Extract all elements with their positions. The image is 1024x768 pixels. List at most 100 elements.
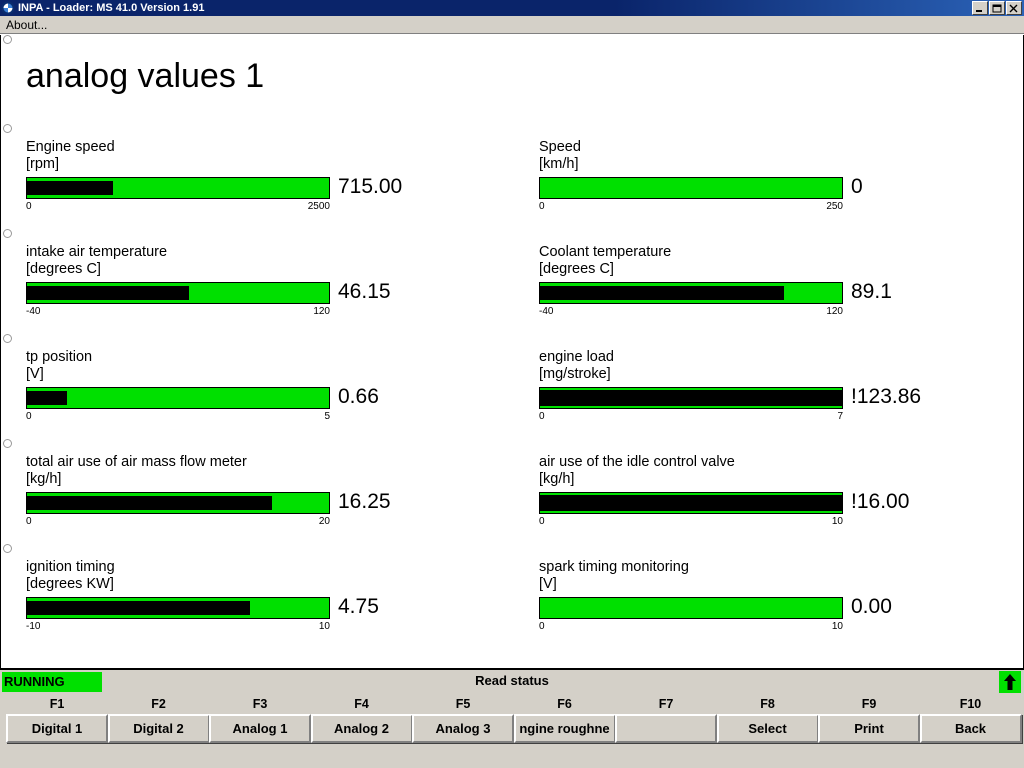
gauge-min-label: 0 [539,201,545,212]
gauge-bar-fill [27,286,190,300]
gauge-value: 16.25 [338,490,391,513]
gauge-min-label: -10 [26,621,41,632]
gauge-bar [26,492,330,514]
gauge-bar-line: !16.00 0 10 [539,490,959,527]
anchor-dot[interactable] [3,439,12,448]
function-key-label: F5 [455,697,471,711]
gauge-bar [26,597,330,619]
gauge-bar [539,597,843,619]
anchor-dot[interactable] [3,124,12,133]
anchor-dot[interactable] [3,35,12,44]
function-key-label: F1 [49,697,65,711]
anchor-dot[interactable] [3,334,12,343]
gauge-row: engine load [mg/stroke] !123.86 0 7 [539,349,959,422]
gauge-unit: [V] [539,576,557,592]
function-key-label: F10 [959,697,982,711]
gauge-label: Engine speed [26,139,115,155]
gauge-bar [26,387,330,409]
gauge-max-label: 5 [324,411,330,422]
function-key-button-f10[interactable]: Back [919,714,1022,743]
gauge-max-label: 10 [831,621,843,632]
gauge-bar-line: 715.00 0 2500 [26,175,446,212]
gauge-label: Coolant temperature [539,244,672,260]
gauge-value: 0 [851,175,863,198]
gauge-unit: [km/h] [539,156,579,172]
gauge-max-label: 2500 [307,201,330,212]
gauge-max-label: 10 [318,621,330,632]
gauge-label: total air use of air mass flow meter [26,454,247,470]
gauge-row: spark timing monitoring [V] 0.00 0 10 [539,559,959,632]
function-key-label: F8 [760,697,775,711]
function-key-bar: F1 Digital 1 F2 Digital 2 F3 Analog 1 F4 Analog… [0,696,1024,768]
menu-item-about[interactable]: About... [0,16,53,34]
function-key-button-f6[interactable]: ngine roughne [513,714,616,743]
gauge-value: 4.75 [338,595,379,618]
gauge-unit: [rpm] [26,156,60,172]
gauge-bar-line: 16.25 0 20 [26,490,446,527]
anchor-dot[interactable] [3,544,12,553]
function-key-f6: F6 ngine roughne [513,696,616,743]
gauge-unit: [degrees C] [26,261,101,277]
gauge-min-label: 0 [26,411,32,422]
gauge-unit: [mg/stroke] [539,366,611,382]
gauge-row: Coolant temperature [degrees C] 89.1 -40 120 [539,244,959,317]
gauge-max-label: 120 [826,306,843,317]
gauge-min-label: 0 [539,621,545,632]
gauge-bar [539,177,843,199]
function-key-f10: F10 Back [919,696,1022,743]
function-key-button-f9[interactable]: Print [818,714,920,743]
gauge-label: spark timing monitoring [539,559,689,575]
gauge-max-label: 250 [826,201,843,212]
gauge-unit: [kg/h] [26,471,62,487]
gauge-value: 0.00 [851,595,892,618]
gauge-bar-line: 4.75 -10 10 [26,595,446,632]
function-key-f2: F2 Digital 2 [107,696,210,743]
arrow-up-icon[interactable] [999,671,1021,693]
gauge-bar-fill [27,181,114,195]
status-message: Read status [475,673,549,688]
close-button[interactable] [1006,1,1022,15]
gauge-label: tp position [26,349,93,365]
gauge-label: engine load [539,349,614,365]
gauge-value: 0.66 [338,385,379,408]
function-key-button-f5[interactable]: Analog 3 [412,714,514,743]
gauge-unit: [degrees KW] [26,576,114,592]
gauge-value: !16.00 [851,490,910,513]
function-key-button-f4[interactable]: Analog 2 [310,714,413,743]
function-key-button-f1[interactable]: Digital 1 [6,714,108,743]
gauge-bar-fill [27,496,273,510]
anchor-dot[interactable] [3,229,12,238]
titlebar-buttons [972,1,1022,15]
gauge-unit: [kg/h] [539,471,575,487]
gauge-label: intake air temperature [26,244,168,260]
page-title: analog values 1 [26,57,265,95]
window-titlebar[interactable]: INPA - Loader: MS 41.0 Version 1.91 [0,0,1024,16]
maximize-button[interactable] [989,1,1005,15]
gauge-bar-line: !123.86 0 7 [539,385,959,422]
gauge-max-label: 7 [837,411,843,422]
function-key-f7: F7 [615,696,717,743]
bottom-bar: RUNNING Read status F1 Digital 1 F2 Digital… [0,668,1024,768]
function-key-f9: F9 Print [818,696,920,743]
bmw-roundel-icon [1,1,15,15]
gauge-bar-fill [27,601,250,615]
gauge-bar [539,387,843,409]
function-key-button-f2[interactable]: Digital 2 [107,714,210,743]
gauge-unit: [V] [26,366,44,382]
gauge-bar-line: 46.15 -40 120 [26,280,446,317]
function-key-button-f7[interactable] [615,714,717,743]
function-key-f5: F5 Analog 3 [412,696,514,743]
gauge-min-label: 0 [539,411,545,422]
gauge-row: intake air temperature [degrees C] 46.15 -4… [26,244,446,317]
function-key-button-f3[interactable]: Analog 1 [209,714,311,743]
gauge-max-label: 10 [831,516,843,527]
function-key-label: F9 [861,697,877,711]
gauge-bar-line: 89.1 -40 120 [539,280,959,317]
gauge-row: ignition timing [degrees KW] 4.75 -10 10 [26,559,446,632]
function-key-button-f8[interactable]: Select [716,714,819,743]
minimize-button[interactable] [972,1,988,15]
gauge-value: 89.1 [851,280,892,303]
gauge-min-label: 0 [539,516,545,527]
gauge-row: Speed [km/h] 0 0 250 [539,139,959,212]
menubar: About... [0,16,1024,34]
